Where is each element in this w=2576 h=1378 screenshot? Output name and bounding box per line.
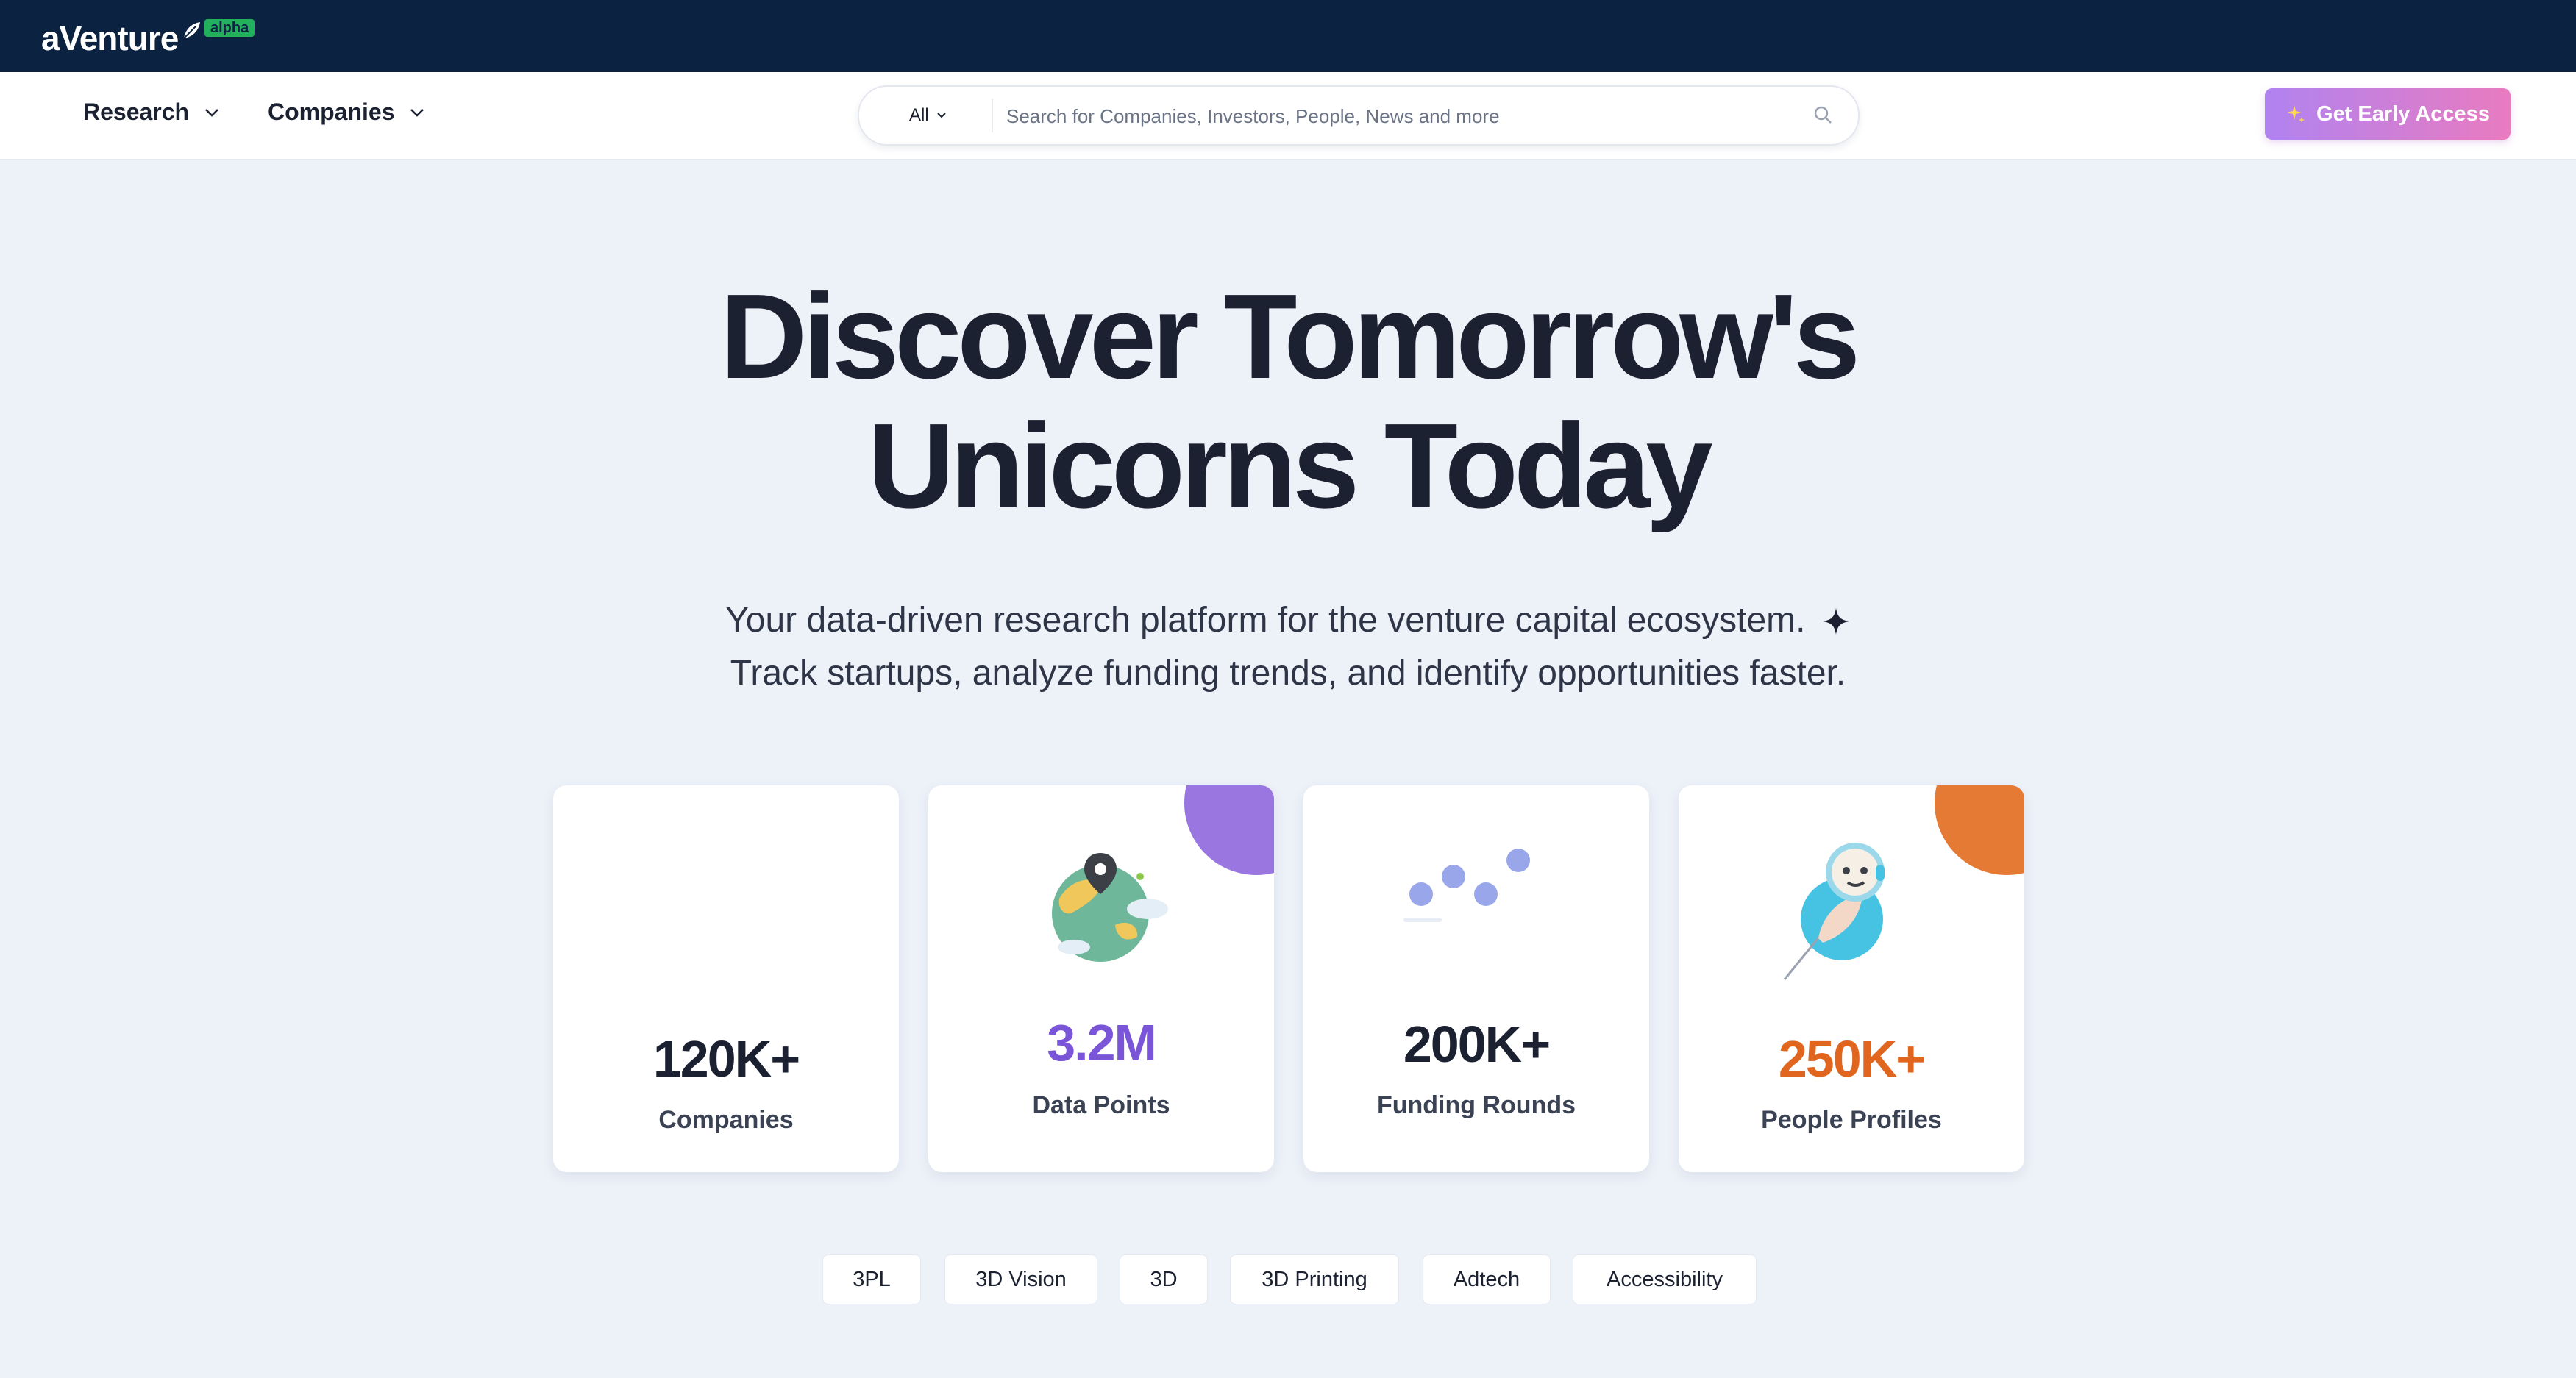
tag-chip[interactable]: 3PL <box>822 1254 921 1304</box>
hero-subtitle-text-1: Your data-driven research platform for t… <box>725 601 1806 640</box>
nav-research-label: Research <box>83 99 190 125</box>
tag-chip[interactable]: 3D Printing <box>1230 1254 1399 1304</box>
search-icon[interactable] <box>1812 104 1833 125</box>
stat-card-people-profiles: 250K+ People Profiles <box>1679 785 2024 1172</box>
dots-chart-icon <box>1403 849 1530 922</box>
tag-chip[interactable]: Adtech <box>1423 1254 1551 1304</box>
leaf-icon <box>183 22 200 39</box>
top-brand-bar: aVenture alpha <box>0 0 2576 72</box>
get-early-access-label: Get Early Access <box>2316 101 2490 126</box>
chevron-down-icon <box>205 108 218 117</box>
sparkle-icon <box>1822 608 1849 635</box>
nav-companies-menu[interactable]: Companies <box>268 99 425 126</box>
astronaut-rocket-icon <box>1783 843 1885 980</box>
nav-bar: Research Companies All Get Early Access <box>0 72 2576 160</box>
get-early-access-button[interactable]: Get Early Access <box>2265 88 2511 140</box>
decorative-orange-circle <box>1935 785 2024 875</box>
search-divider <box>992 99 993 132</box>
tag-chip[interactable]: 3D <box>1120 1254 1208 1304</box>
nav-companies-label: Companies <box>268 99 395 125</box>
chevron-down-icon <box>936 113 946 118</box>
stat-label: Funding Rounds <box>1376 1091 1576 1119</box>
search-scope-select[interactable]: All <box>909 87 947 144</box>
hero-title-line-2: Unicorns Today <box>867 399 1712 533</box>
logo-text: aVenture <box>41 19 179 57</box>
hero-subtitle-line-1: Your data-driven research platform for t… <box>0 594 2576 647</box>
sparkles-icon <box>2287 105 2305 123</box>
hero-subtitle: Your data-driven research platform for t… <box>0 594 2576 700</box>
stat-card-data-points: 3.2M Data Points <box>928 785 1274 1172</box>
globe-location-icon <box>1052 853 1168 962</box>
search-bar: All <box>858 85 1860 146</box>
stat-label: Data Points <box>1032 1091 1170 1119</box>
nav-research-menu[interactable]: Research <box>83 99 220 126</box>
stat-value: 250K+ <box>1778 1030 1926 1088</box>
tag-chip[interactable]: Accessibility <box>1573 1254 1757 1304</box>
stat-value: 3.2M <box>1047 1014 1157 1071</box>
hero-title: Discover Tomorrow's Unicorns Today <box>0 272 2576 531</box>
stat-label: People Profiles <box>1761 1106 1942 1134</box>
search-input[interactable] <box>1005 97 1802 135</box>
alpha-badge: alpha <box>204 19 255 37</box>
logo[interactable]: aVenture alpha <box>41 18 255 59</box>
stat-label: Companies <box>658 1106 794 1134</box>
stat-value: 120K+ <box>652 1030 800 1088</box>
decorative-purple-circle <box>1184 785 1274 875</box>
stat-card-funding-rounds: 200K+ Funding Rounds <box>1303 785 1649 1172</box>
stat-value: 200K+ <box>1403 1015 1551 1073</box>
hero-subtitle-line-2: Track startups, analyze funding trends, … <box>730 654 1846 693</box>
stat-card-companies: 120K+ Companies <box>553 785 899 1172</box>
tag-chip[interactable]: 3D Vision <box>944 1254 1097 1304</box>
search-scope-label: All <box>909 105 929 125</box>
chevron-down-icon <box>410 108 424 117</box>
hero-title-line-1: Discover Tomorrow's <box>719 269 1860 404</box>
